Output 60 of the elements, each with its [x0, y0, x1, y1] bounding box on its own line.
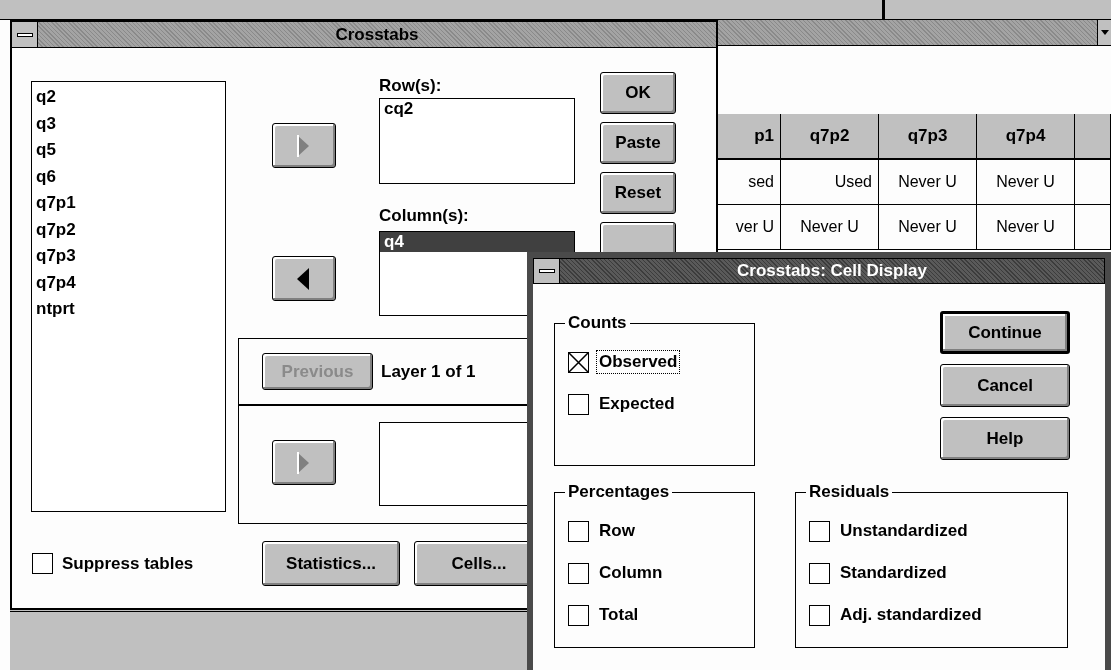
checkbox[interactable]	[32, 553, 53, 574]
system-menu-button[interactable]	[534, 259, 560, 283]
column-header[interactable]: q7p2	[781, 114, 879, 158]
dialog-button[interactable]: Cancel	[940, 364, 1070, 407]
checkbox[interactable]	[568, 604, 589, 626]
dropdown-button[interactable]	[1097, 20, 1111, 45]
variable-list[interactable]: q2 q3 q5 q6 q7p1 q7p2 q7p3 q7p4 ntprt	[31, 81, 226, 512]
dialog-button[interactable]: Continue	[940, 311, 1070, 354]
dialog-button[interactable]: Statistics...	[262, 541, 400, 586]
system-menu-button[interactable]	[12, 22, 38, 47]
dialog-button[interactable]: Paste	[600, 122, 676, 164]
list-item[interactable]: cq2	[384, 99, 574, 119]
caret-icon	[1100, 30, 1109, 35]
table-cell: Never U	[977, 160, 1075, 204]
list-item[interactable]: q7p1	[36, 190, 225, 217]
table-cell: Never U	[879, 160, 977, 204]
table-cell: Used	[781, 160, 879, 204]
table-cell: Never U	[977, 205, 1075, 249]
checkbox-label: Expected	[598, 393, 676, 415]
checkbox-label: Unstandardized	[839, 520, 969, 542]
dialog-button[interactable]: Reset	[600, 172, 676, 214]
checkbox[interactable]	[809, 604, 830, 626]
checkbox[interactable]	[809, 562, 830, 584]
list-item[interactable]: q2	[36, 84, 225, 111]
checkbox[interactable]	[568, 562, 589, 584]
right-arrow-button[interactable]	[272, 440, 336, 485]
dialog-button[interactable]: Help	[940, 417, 1070, 460]
table-cell: Never U	[879, 205, 977, 249]
field-label: Row(s):	[379, 76, 443, 96]
list-item[interactable]: q3	[36, 110, 225, 137]
column-header[interactable]: q7p4	[977, 114, 1075, 158]
list-item[interactable]: q7p3	[36, 243, 225, 270]
rows-list[interactable]: cq2	[379, 98, 575, 184]
checkbox[interactable]	[809, 520, 830, 542]
checkbox-label: Total	[598, 604, 640, 626]
list-item[interactable]: q7p2	[36, 216, 225, 243]
right-arrow-button[interactable]	[272, 123, 336, 168]
header-cell[interactable]	[1075, 114, 1111, 158]
checkbox-label: Adj. standardized	[839, 604, 983, 626]
window-title: Crosstabs: Cell Display	[736, 260, 928, 283]
checkbox[interactable]	[568, 351, 589, 373]
list-item[interactable]: q6	[36, 163, 225, 190]
checkbox-label: Row	[598, 520, 636, 542]
list-item[interactable]: q5	[36, 137, 225, 164]
list-item[interactable]: q4	[380, 232, 574, 252]
table-cell: Never U	[781, 205, 879, 249]
checkbox-label: Suppress tables	[62, 552, 194, 575]
window-title: Crosstabs	[334, 23, 420, 46]
list-item[interactable]: ntprt	[36, 296, 225, 323]
checkbox-label: Column	[598, 562, 664, 584]
dialog-button[interactable]: OK	[600, 72, 676, 114]
checkbox-label: Standardized	[839, 562, 948, 584]
field-label: Column(s):	[379, 206, 470, 226]
column-header[interactable]: q7p3	[879, 114, 977, 158]
list-item[interactable]: q7p4	[36, 269, 225, 296]
checkbox[interactable]	[568, 520, 589, 542]
left-arrow-button[interactable]	[272, 256, 336, 301]
checkbox-label: Observed	[596, 350, 681, 374]
checkbox[interactable]	[568, 393, 589, 415]
layer-label: Layer 1 of 1	[381, 360, 476, 383]
